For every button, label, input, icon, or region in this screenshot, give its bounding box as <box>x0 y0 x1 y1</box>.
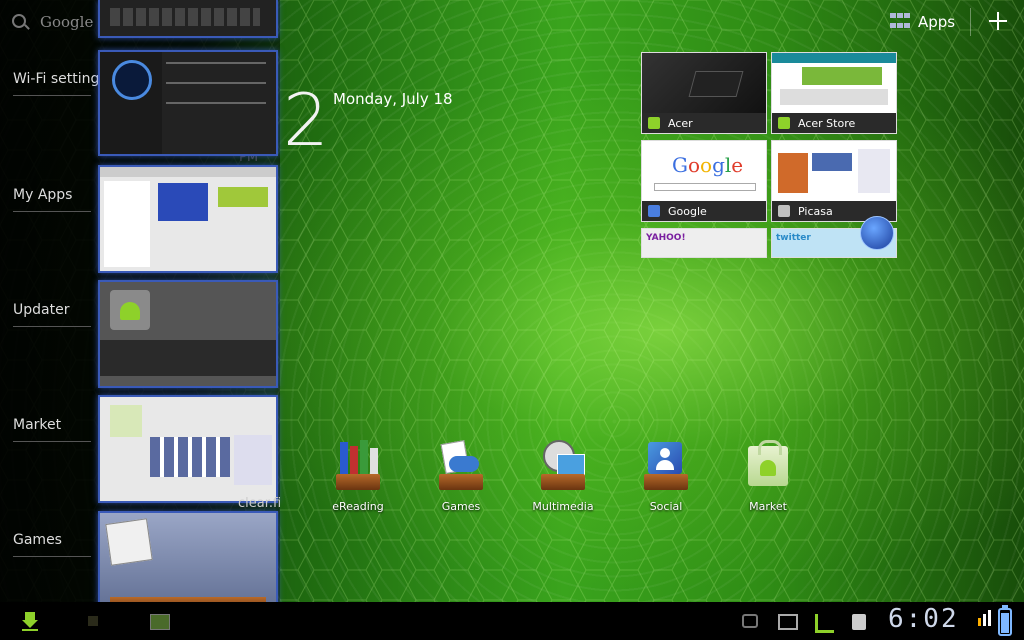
search-label: Google <box>40 13 94 31</box>
bookmark-partial-label: twitter <box>776 233 811 243</box>
recent-apps-panel: Google Wi-Fi setting My Apps Updater Mar… <box>0 0 280 619</box>
bookmark-preview: Google <box>642 141 766 201</box>
gamepad-icon <box>437 438 485 490</box>
recent-label-myapps[interactable]: My Apps <box>13 187 91 212</box>
bookmark-yahoo[interactable]: YAHOO! <box>641 228 767 258</box>
acer-icon <box>778 117 790 129</box>
recent-app-label: Updater <box>13 302 70 318</box>
screenshot-icon[interactable] <box>150 614 170 630</box>
download-icon[interactable] <box>22 612 38 631</box>
bookmark-partial-label: YAHOO! <box>646 233 686 243</box>
recent-label-market[interactable]: Market <box>13 417 91 442</box>
recent-thumbnail-wifi-settings[interactable] <box>98 50 278 156</box>
bookmark-label: Acer Store <box>798 116 856 130</box>
bookmark-acer[interactable]: Acer <box>641 52 767 134</box>
google-icon <box>648 205 660 217</box>
recent-app-label: Market <box>13 417 62 433</box>
acer-icon <box>648 117 660 129</box>
gmail-icon[interactable] <box>778 614 798 630</box>
picasa-icon <box>778 205 790 217</box>
bookmark-label: Acer <box>668 116 693 130</box>
google-search-button[interactable]: Google <box>10 8 94 36</box>
folder-label: Market <box>749 500 787 513</box>
folder-label: eReading <box>332 500 384 513</box>
apps-button-label: Apps <box>918 13 956 31</box>
recent-thumbnail-market[interactable] <box>98 395 278 503</box>
film-reel-icon <box>539 438 587 490</box>
recent-thumbnail-keyboard[interactable] <box>98 0 278 38</box>
apps-grid-icon <box>890 13 912 31</box>
folder-ereading[interactable]: eReading <box>318 438 398 513</box>
recent-label-wifi[interactable]: Wi-Fi setting <box>13 71 100 96</box>
recent-app-label: Games <box>13 532 62 548</box>
folder-label: Multimedia <box>532 500 594 513</box>
recent-label-updater[interactable]: Updater <box>13 302 91 327</box>
bookmark-preview <box>642 53 766 113</box>
books-icon <box>334 438 382 490</box>
battery-icon[interactable] <box>998 605 1012 636</box>
notification-icon[interactable] <box>88 616 98 626</box>
bookmark-picasa[interactable]: Picasa <box>771 140 897 222</box>
wifi-signal-icon[interactable] <box>978 610 992 626</box>
bookmark-label: Google <box>668 204 707 218</box>
wifi-notification-icon[interactable] <box>815 614 834 633</box>
actionbar-divider <box>970 8 971 36</box>
bookmark-google[interactable]: Google Google <box>641 140 767 222</box>
folder-games[interactable]: Games <box>421 438 501 513</box>
folder-label: Social <box>649 500 683 513</box>
recent-app-label: My Apps <box>13 187 73 203</box>
recent-label-games[interactable]: Games <box>13 532 91 557</box>
market-bag-icon <box>744 438 792 490</box>
folder-market[interactable]: Market <box>728 438 808 513</box>
partial-widget-text: clear.fi <box>238 496 282 511</box>
contact-icon <box>642 438 690 490</box>
bookmark-preview <box>772 141 896 201</box>
clock-widget-hour[interactable]: 2 <box>283 78 329 162</box>
globe-icon[interactable] <box>860 216 894 250</box>
recent-app-label: Wi-Fi setting <box>13 71 100 87</box>
task-icon[interactable] <box>852 614 866 630</box>
recent-thumbnail-updater[interactable] <box>98 280 278 388</box>
folder-multimedia[interactable]: Multimedia <box>523 438 603 513</box>
apps-button[interactable]: Apps <box>890 10 955 34</box>
bookmark-label: Picasa <box>798 204 833 218</box>
clock-widget-date: Monday, July 18 <box>333 90 453 108</box>
folder-label: Games <box>441 500 481 513</box>
camera-icon[interactable] <box>742 614 758 628</box>
folder-social[interactable]: Social <box>626 438 706 513</box>
add-icon[interactable] <box>987 10 1009 32</box>
status-clock[interactable]: 6:02 <box>888 604 959 634</box>
bookmark-acer-store[interactable]: Acer Store <box>771 52 897 134</box>
bookmark-preview <box>772 53 896 113</box>
search-icon <box>12 14 26 28</box>
recent-thumbnail-my-apps[interactable] <box>98 165 278 273</box>
